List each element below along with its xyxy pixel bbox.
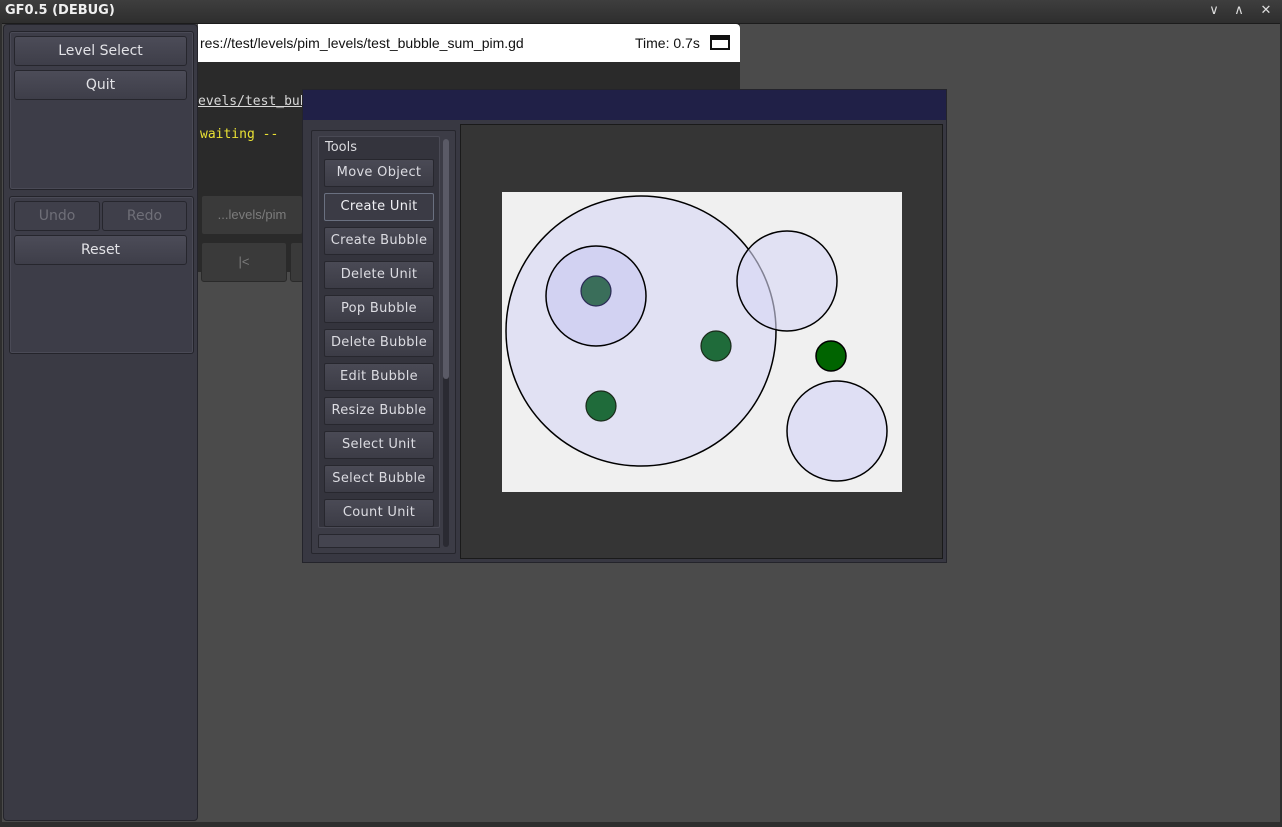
tools-heading: Tools <box>325 140 358 155</box>
reset-button[interactable]: Reset <box>14 235 187 265</box>
console-line-path: evels/test_bub <box>198 94 308 109</box>
script-path: res://test/levels/pim_levels/test_bubble… <box>200 35 524 51</box>
tools-scrollbar[interactable] <box>443 139 449 547</box>
scene-viewport[interactable] <box>460 124 943 559</box>
console-line-status: waiting -- <box>200 127 279 142</box>
tool-create-bubble[interactable]: Create Bubble <box>324 227 434 255</box>
scene-canvas[interactable] <box>502 192 902 492</box>
quit-button[interactable]: Quit <box>14 70 187 100</box>
unit-outside[interactable] <box>815 340 847 372</box>
tool-move-object[interactable]: Move Object <box>324 159 434 187</box>
debug-header: res://test/levels/pim_levels/test_bubble… <box>198 24 740 62</box>
redo-button[interactable]: Redo <box>102 201 187 231</box>
window-frame-left <box>0 23 2 823</box>
tool-edit-bubble[interactable]: Edit Bubble <box>324 363 434 391</box>
window-title-bar[interactable]: GF0.5 (DEBUG) ∨ ∧ ✕ <box>0 0 1282 24</box>
undo-button[interactable]: Undo <box>14 201 100 231</box>
unit-lower-left[interactable] <box>585 390 617 422</box>
tools-list: Tools Move Object Create Unit Create Bub… <box>318 136 440 528</box>
bubble-top-right[interactable] <box>736 230 838 332</box>
tool-resize-bubble[interactable]: Resize Bubble <box>324 397 434 425</box>
file-button[interactable]: ...levels/pim <box>201 195 303 235</box>
first-step-button[interactable]: |< <box>201 242 287 282</box>
minimize-icon[interactable]: ∨ <box>1204 2 1224 20</box>
unit-in-inner-bubble[interactable] <box>580 275 612 307</box>
tools-panel: Tools Move Object Create Unit Create Bub… <box>311 130 456 554</box>
bubble-bottom-right[interactable] <box>786 380 888 482</box>
maximize-icon[interactable]: ∧ <box>1229 2 1249 20</box>
tool-count-unit[interactable]: Count Unit <box>324 499 434 527</box>
tool-pop-bubble[interactable]: Pop Bubble <box>324 295 434 323</box>
tool-select-bubble[interactable]: Select Bubble <box>324 465 434 493</box>
level-editor-window: Tools Move Object Create Unit Create Bub… <box>302 89 947 563</box>
unit-center[interactable] <box>700 330 732 362</box>
tool-select-unit[interactable]: Select Unit <box>324 431 434 459</box>
tool-create-unit[interactable]: Create Unit <box>324 193 434 221</box>
tools-next-group[interactable] <box>318 534 440 548</box>
tool-delete-bubble[interactable]: Delete Bubble <box>324 329 434 357</box>
close-icon[interactable]: ✕ <box>1256 2 1276 20</box>
elapsed-time: Time: 0.7s <box>635 35 700 51</box>
bubble-large[interactable] <box>505 195 777 467</box>
tools-scrollbar-thumb[interactable] <box>443 139 449 379</box>
window-frame-bottom <box>0 822 1282 827</box>
left-menu-panel: Level Select Quit Undo Redo Reset <box>3 24 198 821</box>
level-select-button[interactable]: Level Select <box>14 36 187 66</box>
tool-delete-unit[interactable]: Delete Unit <box>324 261 434 289</box>
window-toggle-icon[interactable] <box>710 35 730 50</box>
window-title: GF0.5 (DEBUG) <box>5 3 115 18</box>
editor-title-bar[interactable] <box>303 90 946 120</box>
